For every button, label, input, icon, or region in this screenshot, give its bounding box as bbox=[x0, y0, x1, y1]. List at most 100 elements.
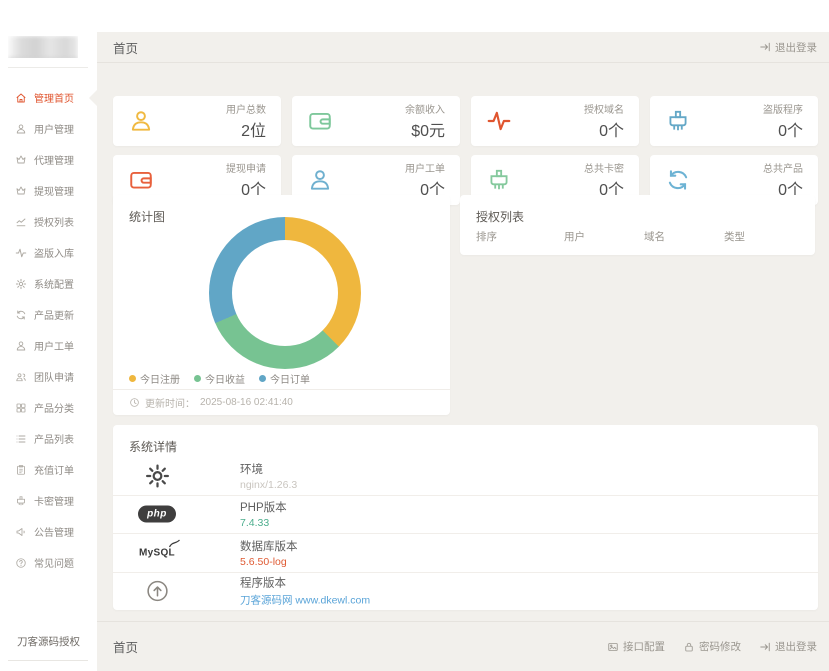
image-icon bbox=[607, 641, 619, 653]
grid-icon bbox=[15, 402, 27, 414]
sidebar-item-label: 产品更新 bbox=[34, 307, 74, 322]
stat-label: 用户总数 bbox=[226, 101, 266, 116]
stat-label: 盗版程序 bbox=[763, 101, 803, 116]
sidebar-item-label: 充值订单 bbox=[34, 462, 74, 477]
help-icon bbox=[15, 557, 27, 569]
stat-label: 余额收入 bbox=[405, 101, 445, 116]
sidebar-item-user-management[interactable]: 用户管理 bbox=[0, 113, 97, 144]
system-row-label: 程序版本 bbox=[240, 575, 370, 591]
sidebar-item-label: 管理首页 bbox=[34, 90, 74, 105]
sidebar-item-label: 授权列表 bbox=[34, 214, 74, 229]
system-row-environment: 环境 nginx/1.26.3 bbox=[113, 457, 818, 495]
sidebar-item-recharge-orders[interactable]: 充值订单 bbox=[0, 454, 97, 485]
update-time-value: 2025-08-16 02:41:40 bbox=[200, 397, 293, 408]
sidebar-item-card-key-management[interactable]: 卡密管理 bbox=[0, 485, 97, 516]
sidebar-menu: 管理首页 用户管理 代理管理 提现管理 授权列表 盗版入库 系统配置 产品更新 … bbox=[0, 82, 97, 578]
sidebar: 管理首页 用户管理 代理管理 提现管理 授权列表 盗版入库 系统配置 产品更新 … bbox=[0, 0, 97, 671]
sidebar-item-team-application[interactable]: 团队申请 bbox=[0, 361, 97, 392]
divider bbox=[8, 67, 88, 68]
refresh-icon bbox=[15, 309, 27, 321]
legend-label: 今日注册 bbox=[140, 371, 180, 386]
sidebar-item-label: 用户工单 bbox=[34, 338, 74, 353]
update-time-row: 更新时间： 2025-08-16 02:41:40 bbox=[113, 389, 450, 415]
logo bbox=[8, 36, 78, 58]
user-icon bbox=[15, 123, 27, 135]
stat-value: 0个 bbox=[584, 117, 624, 141]
sidebar-item-piracy-storage[interactable]: 盗版入库 bbox=[0, 237, 97, 268]
chart-panel: 统计图 今日注册 今日收益 今日订单 更新时间： 2025-08-16 02:4… bbox=[113, 195, 450, 415]
sidebar-footer-label: 刀客源码授权 bbox=[0, 634, 97, 649]
broom-icon bbox=[486, 167, 512, 193]
broom-icon bbox=[15, 495, 27, 507]
logout-button[interactable]: 退出登录 bbox=[759, 639, 817, 654]
panel-title: 系统详情 bbox=[113, 425, 818, 455]
logo-blurred-image bbox=[8, 36, 78, 58]
wallet-icon bbox=[307, 108, 333, 134]
system-row-value program-version-link[interactable]: 刀客源码网 www.dkewl.com bbox=[240, 593, 370, 608]
auth-list-panel: 授权列表 排序 用户 域名 类型 bbox=[460, 195, 815, 255]
sidebar-item-system-config[interactable]: 系统配置 bbox=[0, 268, 97, 299]
chart-legend: 今日注册 今日收益 今日订单 bbox=[129, 371, 310, 386]
speaker-icon bbox=[15, 526, 27, 538]
stat-label: 总共产品 bbox=[763, 160, 803, 175]
pulse-icon bbox=[15, 247, 27, 259]
sidebar-item-product-category[interactable]: 产品分类 bbox=[0, 392, 97, 423]
php-logo: php bbox=[138, 506, 176, 523]
sidebar-item-label: 常见问题 bbox=[34, 555, 74, 570]
stat-card-balance-income: 余额收入$0元 bbox=[292, 96, 460, 146]
legend-dot bbox=[194, 375, 201, 382]
stat-value: 0个 bbox=[763, 117, 803, 141]
sidebar-item-announcement-management[interactable]: 公告管理 bbox=[0, 516, 97, 547]
mysql-logo: MySQL bbox=[139, 547, 175, 558]
system-row-value: 5.6.50-log bbox=[240, 556, 298, 568]
sidebar-item-label: 卡密管理 bbox=[34, 493, 74, 508]
sidebar-item-admin-home[interactable]: 管理首页 bbox=[0, 82, 97, 113]
sidebar-item-label: 系统配置 bbox=[34, 276, 74, 291]
sidebar-item-label: 用户管理 bbox=[34, 121, 74, 136]
stat-card-total-users: 用户总数2位 bbox=[113, 96, 281, 146]
sidebar-item-product-list[interactable]: 产品列表 bbox=[0, 423, 97, 454]
legend-label: 今日订单 bbox=[270, 371, 310, 386]
crown-icon bbox=[15, 185, 27, 197]
legend-item[interactable]: 今日订单 bbox=[259, 371, 310, 386]
app-window: 管理首页 用户管理 代理管理 提现管理 授权列表 盗版入库 系统配置 产品更新 … bbox=[0, 0, 829, 671]
api-config-button[interactable]: 接口配置 bbox=[607, 639, 665, 654]
active-item-notch bbox=[89, 90, 97, 106]
broom-icon bbox=[665, 108, 691, 134]
column-header-sort: 排序 bbox=[476, 229, 564, 244]
sidebar-item-auth-list[interactable]: 授权列表 bbox=[0, 206, 97, 237]
lock-icon bbox=[683, 641, 695, 653]
sidebar-item-withdraw-management[interactable]: 提现管理 bbox=[0, 175, 97, 206]
stat-value: $0元 bbox=[405, 117, 445, 141]
crown-icon bbox=[15, 154, 27, 166]
user-icon bbox=[307, 167, 333, 193]
change-password-button[interactable]: 密码修改 bbox=[683, 639, 741, 654]
home-icon bbox=[15, 92, 27, 104]
main-content: 首页 退出登录 用户总数2位 余额收入$0元 授权域名0个 盗版程序0个 bbox=[97, 32, 829, 671]
sidebar-item-label: 提现管理 bbox=[34, 183, 74, 198]
legend-item[interactable]: 今日收益 bbox=[194, 371, 245, 386]
sidebar-item-faq[interactable]: 常见问题 bbox=[0, 547, 97, 578]
system-row-label: 环境 bbox=[240, 461, 297, 477]
system-row-label: PHP版本 bbox=[240, 499, 287, 515]
stat-card-auth-domains: 授权域名0个 bbox=[471, 96, 639, 146]
legend-dot bbox=[259, 375, 266, 382]
list-icon bbox=[15, 433, 27, 445]
logout-button[interactable]: 退出登录 bbox=[759, 40, 817, 55]
legend-item[interactable]: 今日注册 bbox=[129, 371, 180, 386]
sidebar-item-label: 盗版入库 bbox=[34, 245, 74, 260]
stat-value: 2位 bbox=[226, 117, 266, 141]
system-row-php-version: php PHP版本 7.4.33 bbox=[113, 495, 818, 534]
sidebar-item-agent-management[interactable]: 代理管理 bbox=[0, 144, 97, 175]
system-row-value: 7.4.33 bbox=[240, 517, 287, 529]
sidebar-item-label: 公告管理 bbox=[34, 524, 74, 539]
sidebar-item-product-update[interactable]: 产品更新 bbox=[0, 299, 97, 330]
refresh-icon bbox=[665, 167, 691, 193]
sidebar-item-user-tickets[interactable]: 用户工单 bbox=[0, 330, 97, 361]
clock-icon bbox=[129, 397, 140, 408]
pulse-icon bbox=[486, 108, 512, 134]
sidebar-item-label: 团队申请 bbox=[34, 369, 74, 384]
page-title: 首页 bbox=[113, 38, 138, 57]
dolphin-swoosh-icon bbox=[168, 538, 181, 548]
stat-label: 总共卡密 bbox=[584, 160, 624, 175]
